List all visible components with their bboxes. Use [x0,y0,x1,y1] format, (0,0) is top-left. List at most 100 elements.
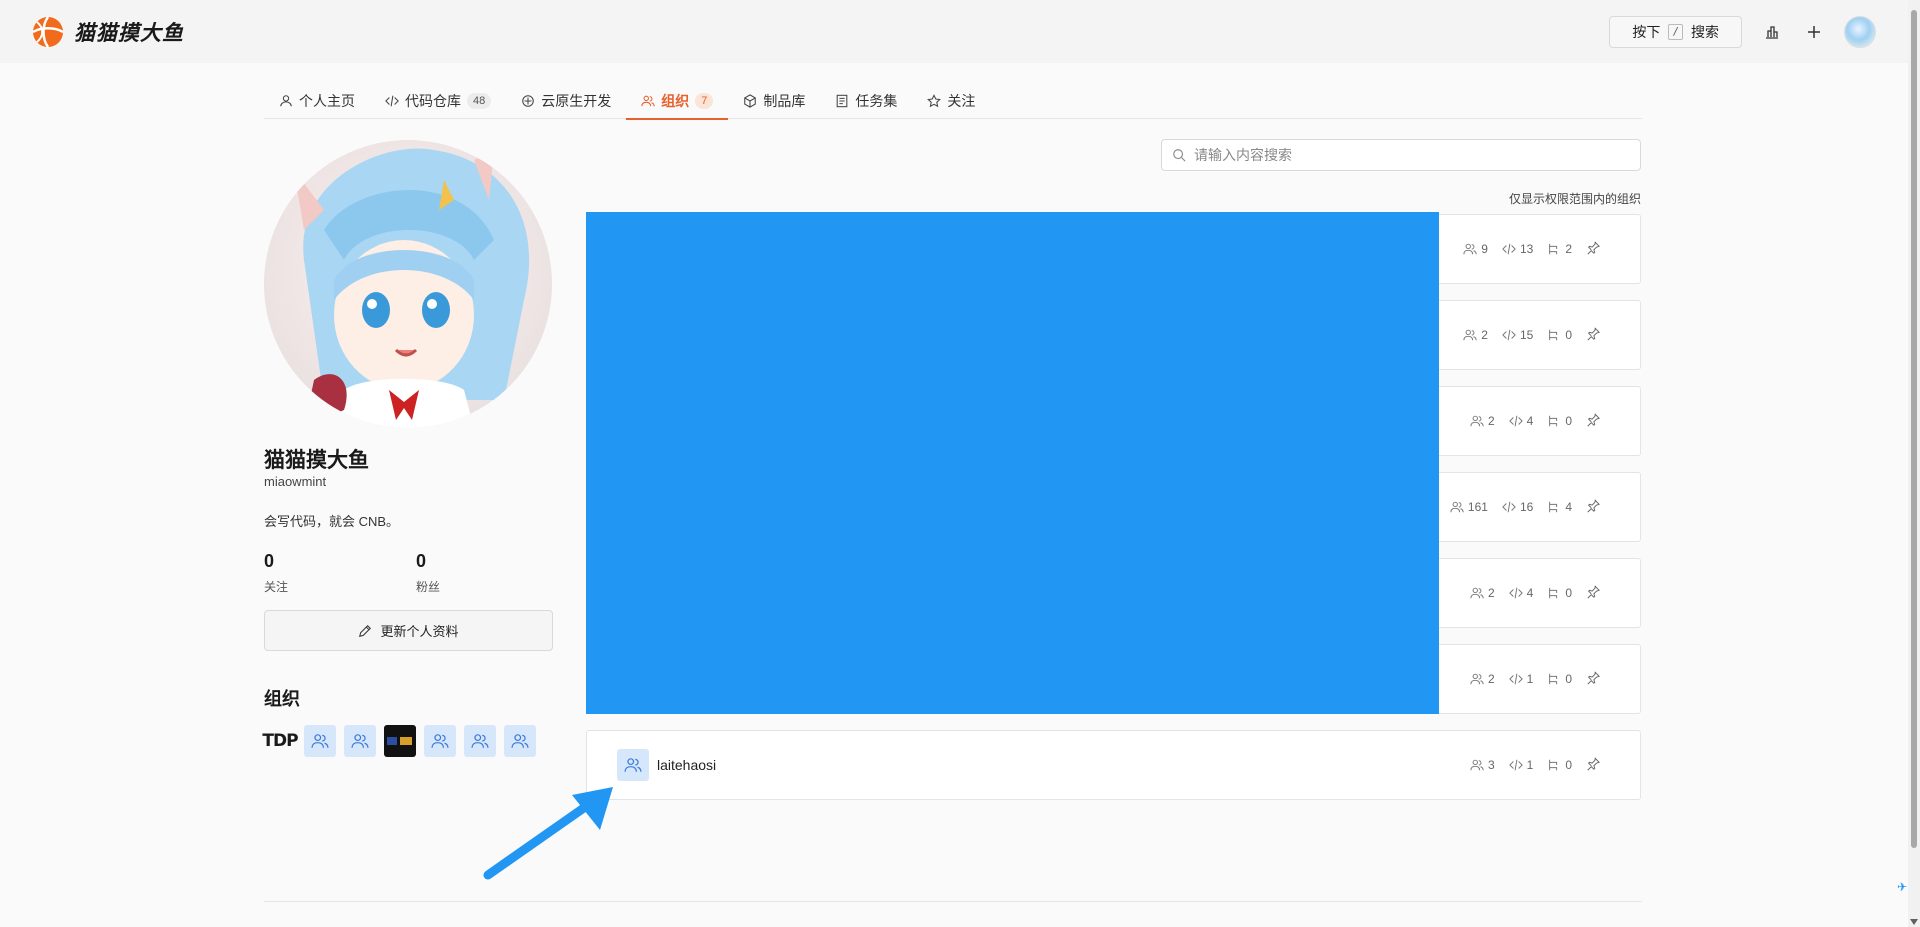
tab-tasks[interactable]: 任务集 [820,82,912,119]
page-scrollbar[interactable] [1908,0,1920,927]
code-icon [1502,329,1516,341]
following-count: 0 [264,551,275,571]
org-metrics: 2 4 0 [1470,585,1610,602]
stats-icon[interactable] [1760,20,1784,44]
scrollbar-thumb[interactable] [1911,10,1917,848]
task-icon [837,94,848,107]
redaction-overlay [586,212,1439,714]
org-members-metric: 2 [1470,672,1495,686]
sub-org-count: 0 [1565,758,1572,772]
pin-icon [1587,327,1601,340]
sub-org-icon [1549,243,1558,255]
tab-orgs[interactable]: 组织 7 [626,82,729,120]
org-members-metric: 2 [1470,414,1495,428]
members-icon [1450,501,1464,513]
profile-username: miaowmint [264,474,327,489]
pin-icon [1587,585,1601,598]
org-repos-metric: 16 [1502,500,1533,514]
org-repos-metric: 13 [1502,242,1533,256]
members-icon [1463,329,1477,341]
followers-stat[interactable]: 0 粉丝 [416,551,440,595]
org-row[interactable]: laitehaosi 3 1 0 [586,730,1641,800]
org-name[interactable]: laitehaosi [657,757,716,773]
pin-button[interactable] [1586,757,1601,774]
org-metrics: 9 13 2 [1463,241,1610,258]
followers-label: 粉丝 [416,580,441,594]
org-icon [641,95,655,106]
tab-home[interactable]: 个人主页 [264,82,370,119]
repos-count: 4 [1526,586,1534,600]
tab-cloud-dev[interactable]: 云原生开发 [506,82,626,119]
pin-button[interactable] [1586,327,1601,344]
org-badge-tdp[interactable]: TDP [262,725,298,757]
repos-count: 1 [1526,672,1534,686]
sub-org-count: 0 [1565,328,1572,342]
org-repos-metric: 4 [1508,414,1533,428]
global-search-button[interactable]: 按下 / 搜索 [1609,15,1742,48]
members-icon [1470,673,1484,685]
user-avatar[interactable] [1844,15,1876,48]
sub-org-icon [1549,587,1558,599]
org-members-metric: 9 [1463,242,1488,256]
cloud-dev-icon [522,94,535,107]
tab-label: 组织 [661,92,690,109]
tab-packages[interactable]: 制品库 [728,82,820,119]
org-badge[interactable] [344,725,376,757]
org-sub-metric: 0 [1547,414,1572,428]
tab-repos[interactable]: 代码仓库 48 [370,82,506,119]
org-badge[interactable] [304,725,336,757]
org-members-metric: 3 [1470,758,1495,772]
sub-org-icon [1549,329,1558,341]
org-repos-metric: 1 [1508,758,1534,772]
user-icon [280,94,292,106]
code-icon [1508,587,1523,599]
sub-org-icon [1549,673,1558,685]
members-icon [1470,587,1484,599]
org-search-box[interactable] [1161,139,1641,171]
org-members-metric: 2 [1470,586,1495,600]
code-icon [1508,759,1523,771]
pin-button[interactable] [1586,499,1601,516]
pin-icon [1587,671,1601,684]
scroll-down-arrow-icon[interactable] [1910,919,1918,925]
repos-count: 1 [1526,758,1534,772]
brand-logo-icon [32,15,64,48]
org-repos-metric: 4 [1508,586,1534,600]
star-icon [927,93,942,107]
org-icon [311,734,329,748]
code-icon [385,95,399,106]
sub-org-count: 0 [1565,586,1572,600]
brand[interactable]: 猫猫摸大鱼 [32,15,184,48]
pin-button[interactable] [1586,241,1601,258]
search-icon [1173,149,1186,162]
org-sub-metric: 0 [1547,758,1572,772]
assistant-icon[interactable]: ✈ [1897,880,1907,894]
create-plus-icon[interactable] [1802,20,1826,44]
annotation-arrow-icon [483,787,613,880]
sub-org-icon [1549,415,1558,427]
tab-label: 制品库 [763,92,806,109]
members-count: 161 [1467,500,1488,514]
search-prefix: 按下 [1632,23,1661,40]
edit-profile-label: 更新个人资料 [380,624,459,639]
edit-profile-button[interactable]: 更新个人资料 [264,610,553,651]
pin-button[interactable] [1586,585,1601,602]
org-repos-metric: 15 [1502,328,1533,342]
sub-org-icon [1549,501,1558,513]
following-stat[interactable]: 0 关注 [264,551,288,595]
profile-bio: 会写代码，就会 CNB。 [264,514,400,529]
tab-label: 代码仓库 [405,92,461,109]
org-badge[interactable] [424,725,456,757]
code-icon [1502,243,1516,255]
pin-button[interactable] [1586,671,1601,688]
tab-following[interactable]: 关注 [912,82,990,119]
members-count: 9 [1481,242,1488,256]
sub-org-count: 0 [1565,414,1572,428]
org-search-input[interactable] [1194,147,1614,163]
tab-count: 48 [467,92,492,109]
search-shortcut-key: / [1668,23,1683,40]
org-badge-dark-logo[interactable] [384,725,416,757]
pin-icon [1587,499,1601,512]
org-icon [431,734,449,748]
pin-button[interactable] [1586,413,1601,430]
